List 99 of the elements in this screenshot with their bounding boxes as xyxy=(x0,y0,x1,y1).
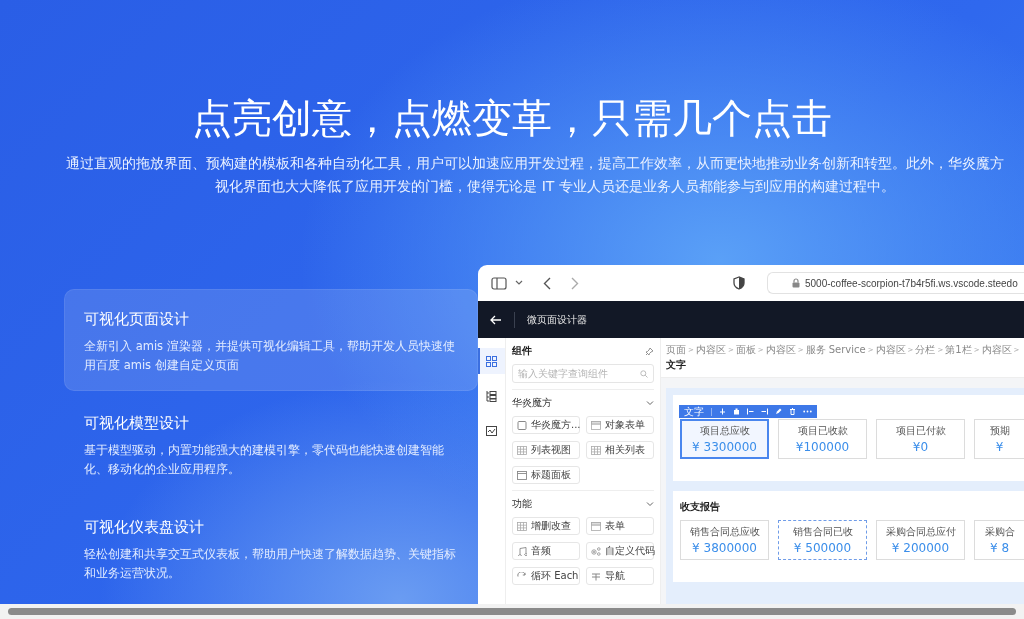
menu-icon xyxy=(591,571,601,581)
move-icon[interactable] xyxy=(719,408,726,415)
lock-icon xyxy=(792,278,800,288)
stat-value: ¥100000 xyxy=(795,440,850,454)
component-item[interactable]: 标题面板 xyxy=(512,466,580,484)
form-icon xyxy=(591,420,601,430)
scrollbar[interactable] xyxy=(0,604,1024,619)
group-header[interactable]: 华炎魔方 xyxy=(512,390,654,416)
gear-icon xyxy=(591,546,601,556)
feature-item[interactable]: 可视化页面设计 全新引入 amis 渲染器，并提供可视化编辑工具，帮助开发人员快速使用百度 amis 创建自定义页面 xyxy=(64,289,478,391)
breadcrumb-item[interactable]: 面板 xyxy=(735,343,756,357)
breadcrumb-item[interactable]: 内容区 xyxy=(695,343,726,357)
stat-value: ¥ 3300000 xyxy=(692,440,757,454)
breadcrumb-item[interactable]: 内容区 xyxy=(765,343,796,357)
breadcrumb-item[interactable]: 分栏 xyxy=(915,343,936,357)
url-text: 5000-coffee-scorpion-t7b4r5fi.ws.vscode.steedo xyxy=(805,277,1018,289)
component-item[interactable]: 音频 xyxy=(512,542,580,560)
component-item[interactable]: 相关列表 xyxy=(586,441,654,459)
stat-value: ¥ 200000 xyxy=(891,541,950,555)
selection-label: 文字 xyxy=(684,404,704,419)
component-item[interactable]: 循环 Each xyxy=(512,567,580,585)
table-icon xyxy=(517,521,527,531)
stat-value: ¥ xyxy=(995,440,1004,454)
feature-description: 基于模型驱动，内置功能强大的建模引擎，零代码也能快速创建智能化、移动化的企业应用程序。 xyxy=(84,442,445,478)
feature-description: 全新引入 amis 渲染器，并提供可视化编辑工具，帮助开发人员快速使用百度 amis 创建自定义页面 xyxy=(84,338,456,374)
align-left-icon[interactable] xyxy=(747,408,754,415)
stat-card[interactable]: 预期 ¥ xyxy=(974,419,1024,459)
panel-title: 组件 xyxy=(512,344,532,358)
stat-card[interactable]: 采购合同总应付 ¥ 200000 xyxy=(876,520,965,560)
form-icon xyxy=(591,521,601,531)
component-item[interactable]: 表单 xyxy=(586,517,654,535)
feature-description: 轻松创建和共享交互式仪表板，帮助用户快速了解数据趋势、关键指标和业务运营状况。 xyxy=(84,546,456,582)
chevron-icon xyxy=(646,500,654,508)
feature-item[interactable]: 可视化模型设计 基于模型驱动，内置功能强大的建模引擎，零代码也能快速创建智能化、移动化的企业应用程序。 xyxy=(64,393,478,495)
group-header[interactable]: 功能 xyxy=(512,491,654,517)
delete-icon[interactable] xyxy=(789,408,796,415)
pin-icon[interactable] xyxy=(645,346,654,356)
table-icon xyxy=(591,445,601,455)
checkbox-icon xyxy=(517,420,527,430)
forward-icon[interactable] xyxy=(571,276,579,290)
stat-card[interactable]: 项目已付款 ¥0 xyxy=(876,419,965,459)
panel-icon xyxy=(517,470,527,480)
stat-label: 项目总应收 xyxy=(699,424,750,438)
stat-label: 预期 xyxy=(989,424,1010,438)
stat-value: ¥ 3800000 xyxy=(692,541,757,555)
breadcrumb-item[interactable]: 内容区 xyxy=(981,343,1012,357)
component-item[interactable]: 增删改查 xyxy=(512,517,580,535)
component-item[interactable]: 自定义代码 xyxy=(586,542,654,560)
breadcrumb-item[interactable]: 页面 xyxy=(666,343,686,357)
stat-card[interactable]: 项目总应收 ¥ 3300000 xyxy=(680,419,769,459)
stat-label: 销售合同总应收 xyxy=(689,525,760,539)
components-tab[interactable] xyxy=(478,348,505,374)
stat-value: ¥0 xyxy=(912,440,929,454)
component-item[interactable]: 对象表单 xyxy=(586,416,654,434)
feature-title: 可视化仪表盘设计 xyxy=(84,517,205,537)
back-icon[interactable] xyxy=(543,276,551,290)
stat-value: ¥ 8 xyxy=(989,541,1010,555)
search-icon xyxy=(640,369,648,378)
pencil-icon[interactable] xyxy=(775,408,782,415)
address-bar[interactable]: 5000-coffee-scorpion-t7b4r5fi.ws.vscode.steedo xyxy=(767,272,1024,294)
outline-icon xyxy=(486,390,497,402)
caret-icon[interactable] xyxy=(515,280,523,286)
intro-text: 视化界面也大大降低了应用开发的门槛，使得无论是 IT 专业人员还是业务人员都能参与到应用的构建过程中。 xyxy=(214,177,896,196)
stat-label: 项目已付款 xyxy=(895,424,946,438)
grid-icon xyxy=(486,355,497,367)
component-item[interactable]: 导航 xyxy=(586,567,654,585)
align-right-icon[interactable] xyxy=(761,408,768,415)
feature-title: 可视化页面设计 xyxy=(84,309,190,329)
section-title: 收支报告 xyxy=(680,500,721,514)
breadcrumb-item[interactable]: 内容区 xyxy=(875,343,906,357)
app-title: 微页面设计器 xyxy=(527,312,587,327)
music-icon xyxy=(517,546,527,556)
chevron-icon xyxy=(646,399,654,407)
back-arrow-icon[interactable] xyxy=(490,314,502,325)
component-item[interactable]: 华炎魔方... xyxy=(512,416,580,434)
feature-title: 可视化模型设计 xyxy=(84,413,190,433)
stat-label: 采购合同总应付 xyxy=(885,525,956,539)
stat-value: ¥ 500000 xyxy=(793,541,852,555)
chart-icon xyxy=(486,426,497,436)
breadcrumb-item[interactable]: 第1栏 xyxy=(945,343,972,357)
stat-label: 销售合同已收 xyxy=(792,525,853,539)
headline: 点亮创意，点燃变革，只需几个点击 xyxy=(191,94,833,143)
breadcrumb-item[interactable]: 服务 Service xyxy=(805,343,866,357)
search-field[interactable]: 输入关键字查询组件 xyxy=(512,364,654,383)
breadcrumb-item[interactable]: 文字 xyxy=(666,358,686,372)
stat-label: 采购合 xyxy=(984,525,1015,539)
shield-icon[interactable] xyxy=(733,276,745,290)
stat-card[interactable]: 销售合同已收 ¥ 500000 xyxy=(778,520,867,560)
stat-label: 项目已收款 xyxy=(797,424,848,438)
feature-item[interactable]: 可视化仪表盘设计 轻松创建和共享交互式仪表板，帮助用户快速了解数据趋势、关键指标和业务运营状况。 xyxy=(64,497,478,599)
stat-card[interactable]: 采购合 ¥ 8 xyxy=(974,520,1024,560)
stat-card[interactable]: 销售合同总应收 ¥ 3800000 xyxy=(680,520,769,560)
sidebar-icon[interactable] xyxy=(491,276,507,290)
more-icon[interactable] xyxy=(803,410,812,413)
component-item[interactable]: 列表视图 xyxy=(512,441,580,459)
intro-text: 通过直观的拖放界面、预构建的模板和各种自动化工具，用户可以加速应用开发过程，提高工作效率，从而更快地推动业务创新和转型。此外，华炎魔方 xyxy=(65,154,1005,173)
stat-card[interactable]: 项目已收款 ¥100000 xyxy=(778,419,867,459)
copy-icon[interactable] xyxy=(733,408,740,415)
table-icon xyxy=(517,445,527,455)
